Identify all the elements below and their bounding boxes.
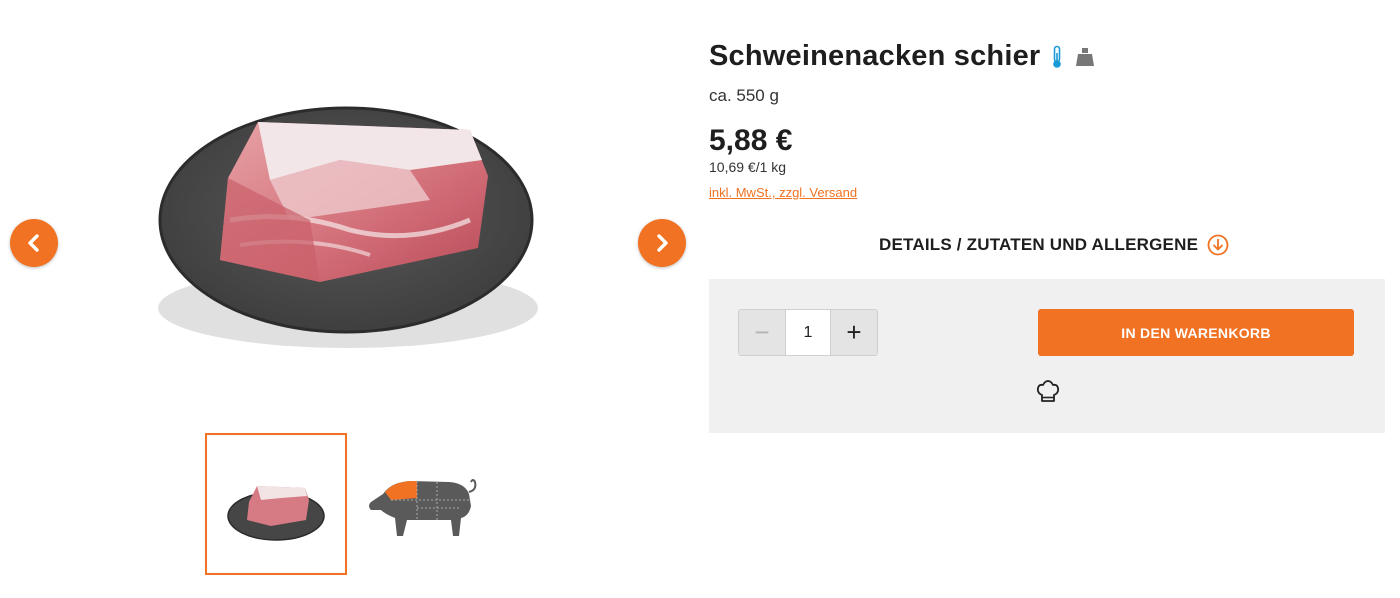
quantity-input[interactable] <box>786 310 830 355</box>
quantity-stepper: − + <box>738 309 878 356</box>
thermometer-icon <box>1053 45 1062 68</box>
product-gallery <box>0 0 700 598</box>
product-title: Schweinenacken schier <box>709 40 1041 72</box>
gallery-prev-button[interactable] <box>10 219 58 267</box>
pig-diagram-icon <box>369 479 477 536</box>
details-toggle[interactable]: DETAILS / ZUTATEN UND ALLERGENE <box>879 234 1229 256</box>
arrow-down-circle-icon <box>1207 234 1229 256</box>
weight-icon <box>1076 47 1095 66</box>
quantity-increase-button[interactable]: + <box>830 310 877 355</box>
add-to-cart-button[interactable]: IN DEN WARENKORB <box>1038 309 1354 356</box>
chevron-left-icon <box>28 234 39 252</box>
details-label: DETAILS / ZUTATEN UND ALLERGENE <box>879 235 1199 254</box>
unit-price: 10,69 €/1 kg <box>709 159 787 175</box>
buy-box: − + IN DEN WARENKORB <box>709 279 1385 433</box>
meat-thumbnail-image <box>227 486 325 541</box>
tax-shipping-link[interactable]: inkl. MwSt., zzgl. Versand <box>709 185 857 200</box>
product-weight: ca. 550 g <box>709 86 779 105</box>
quantity-decrease-button[interactable]: − <box>739 310 786 355</box>
thumbnail-meat[interactable] <box>205 433 347 575</box>
gallery-next-button[interactable] <box>638 219 686 267</box>
product-main-image <box>110 60 590 420</box>
chevron-right-icon <box>657 234 668 252</box>
thumbnail-pig-diagram[interactable] <box>350 433 492 575</box>
chef-hat-icon[interactable] <box>1035 380 1061 404</box>
title-row: Schweinenacken schier <box>709 40 1096 73</box>
product-price: 5,88 € <box>709 124 793 157</box>
